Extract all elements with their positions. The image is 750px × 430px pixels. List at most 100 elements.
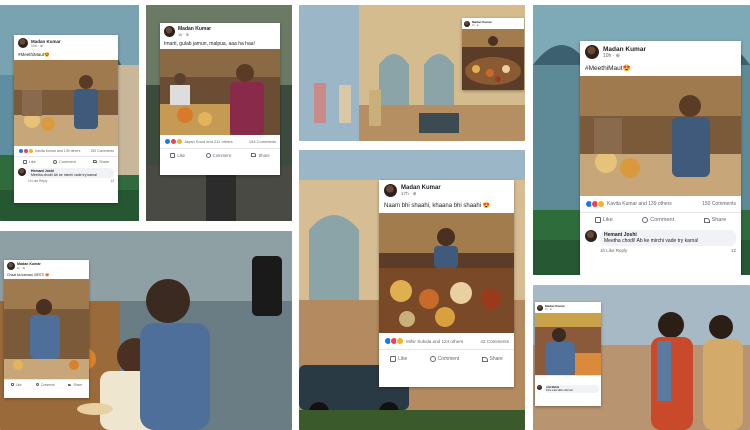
reaction-icons	[384, 337, 404, 345]
collage-tile-6: Madan Kumar 17h · ⊕ Naam bhi shaahi, kha…	[299, 150, 525, 430]
chaat-stall-photo	[4, 279, 89, 379]
facebook-post-card: Madan Kumar 1h · ⊕ Imarti, gulab jamun, …	[160, 23, 280, 175]
avatar[interactable]	[18, 168, 26, 176]
post-caption: Chaat ka kamaal, BEST! 😍	[7, 273, 50, 277]
share-button[interactable]: Share	[93, 160, 109, 164]
comments-count[interactable]: 154 Comments	[249, 139, 276, 144]
post-photo[interactable]	[379, 213, 514, 333]
share-button[interactable]: Share	[68, 383, 82, 387]
collage-tile-4: Madan Kumar 10h · ⊕ #MeethiMaut😍 Kavita …	[533, 5, 750, 275]
post-time: 1h · ⊕	[472, 24, 479, 27]
post-photo[interactable]	[580, 76, 741, 196]
comment: Hemant Joshi Meetha chodi! Ab ke mirchi v…	[14, 166, 118, 185]
like-button[interactable]: Like	[10, 383, 22, 387]
avatar[interactable]	[537, 385, 542, 390]
comment-icon	[53, 159, 58, 164]
mirchi-vada-photo	[535, 313, 601, 375]
share-button[interactable]: Share	[251, 153, 270, 158]
post-photo[interactable]	[160, 49, 280, 135]
collage-tile-2: Madan Kumar 1h · ⊕ Imarti, gulab jamun, …	[146, 5, 292, 221]
avatar[interactable]	[384, 184, 397, 197]
comment-icon	[429, 356, 436, 362]
facebook-post-card: Madan Kumar 1h · ⊕ Anil Mehta Kitni mast …	[535, 302, 601, 406]
post-time: 10h · ⊕	[31, 43, 43, 48]
facebook-post-card: Madan Kumar 10h · ⊕ #MeethiMaut😍 Kavita …	[580, 41, 741, 275]
post-time: 1h · ⊕	[178, 33, 189, 37]
post-caption: #MeethiMaut😍	[585, 65, 631, 72]
post-photo[interactable]	[462, 29, 524, 90]
post-time: 1h · ⊕	[545, 308, 552, 311]
like-button[interactable]: Like	[22, 159, 36, 164]
reaction-icons	[164, 138, 183, 145]
avatar[interactable]	[585, 45, 599, 59]
post-caption: #MeethiMaut😍	[18, 52, 50, 57]
comment-button[interactable]: Comment	[429, 356, 459, 362]
avatar[interactable]	[18, 38, 28, 48]
comment-reaction-count: 12	[730, 248, 736, 253]
post-caption: Imarti, gulab jamun, malpua, aaa ha haa!	[164, 41, 255, 47]
post-time: 10h · ⊕	[603, 52, 620, 59]
collage-tile-7: Madan Kumar 1h · ⊕ Anil Mehta Kitni mast …	[533, 285, 750, 430]
collage-tile-3: Madan Kumar 1h · ⊕	[299, 5, 525, 141]
like-button[interactable]: Like	[594, 217, 613, 223]
reaction-summary[interactable]: Kavita Kumar and 139 others	[607, 201, 672, 207]
facebook-post-card: Madan Kumar 10h · ⊕ #MeethiMaut😍 Kavita …	[14, 35, 118, 203]
reaction-icons	[585, 200, 605, 208]
comment-actions[interactable]: 1h Like Reply	[28, 179, 47, 183]
avatar[interactable]	[585, 230, 597, 242]
reaction-summary[interactable]: Mihir Sukala and 124 others	[406, 339, 463, 344]
comment-text: Kitni mast dikh rahi hai!	[546, 389, 573, 392]
comment-actions[interactable]: 1h Like Reply	[600, 248, 627, 253]
collage-tile-5: Madan Kumar 1h · ⊕ Chaat ka kamaal, BEST…	[0, 231, 292, 430]
comment-icon	[205, 152, 211, 158]
thumbs-up-icon	[170, 152, 176, 158]
reaction-summary[interactable]: Kavita Kumar and 139 others	[35, 149, 80, 153]
thumbs-up-icon	[22, 159, 27, 164]
comment: Hemant Joshi Meetha chodi! Ab ke mirchi v…	[580, 227, 741, 256]
post-photo[interactable]	[4, 279, 89, 379]
royal-thali-photo	[379, 213, 514, 333]
like-button[interactable]: Like	[170, 152, 185, 158]
reaction-icons	[18, 148, 34, 154]
comment-button[interactable]: Comment	[53, 159, 76, 164]
comment-button[interactable]: Comment	[642, 217, 674, 223]
comment-text: Meetha chodi! Ab ke mirchi vade try karn…	[604, 238, 699, 244]
share-button[interactable]: Share	[481, 356, 503, 362]
comment-button[interactable]: Comment	[35, 383, 55, 387]
avatar[interactable]	[164, 26, 175, 37]
facebook-post-card: Madan Kumar 17h · ⊕ Naam bhi shaahi, kha…	[379, 180, 514, 387]
comment-reaction-count: 12	[110, 179, 114, 183]
post-time: 17h · ⊕	[401, 190, 417, 196]
facebook-post-card: Madan Kumar 1h · ⊕ Chaat ka kamaal, BEST…	[4, 260, 89, 398]
share-icon	[251, 153, 257, 157]
thali-photo	[462, 29, 524, 90]
comment-button[interactable]: Comment	[205, 152, 231, 158]
comments-count[interactable]: 150 Comments	[702, 201, 736, 207]
thumbs-up-icon	[390, 356, 397, 362]
selfie-sweets-photo	[160, 49, 280, 135]
reaction-summary[interactable]: Jayan Sood and 211 others	[184, 139, 233, 144]
sweet-shop-photo	[14, 60, 118, 146]
avatar[interactable]	[7, 262, 15, 270]
like-button[interactable]: Like	[390, 356, 407, 362]
comments-count[interactable]: 42 Comments	[480, 339, 509, 344]
thumbs-up-icon	[10, 383, 14, 386]
post-caption: Naam bhi shaahi, khaana bhi shaahi 😍	[384, 203, 491, 209]
comment-text: Meetha chodi! Ab ke mirchi vade try karn…	[31, 173, 98, 177]
share-icon	[703, 217, 710, 223]
post-photo[interactable]	[535, 313, 601, 375]
post-author[interactable]: Madan Kumar	[401, 185, 441, 191]
collage-tile-1: Madan Kumar 10h · ⊕ #MeethiMaut😍 Kavita …	[0, 5, 139, 221]
comment-icon	[35, 383, 39, 386]
avatar[interactable]	[464, 20, 470, 27]
thumbs-up-icon	[594, 217, 601, 223]
comment: Anil Mehta Kitni mast dikh rahi hai!	[535, 383, 601, 395]
avatar[interactable]	[537, 304, 543, 311]
sweet-shop-photo	[580, 76, 741, 196]
post-author[interactable]: Madan Kumar	[603, 46, 646, 53]
share-button[interactable]: Share	[703, 217, 726, 223]
comments-count[interactable]: 150 Comments	[90, 149, 114, 153]
post-author[interactable]: Madan Kumar	[31, 39, 61, 44]
share-icon	[68, 383, 72, 386]
post-photo[interactable]	[14, 60, 118, 146]
